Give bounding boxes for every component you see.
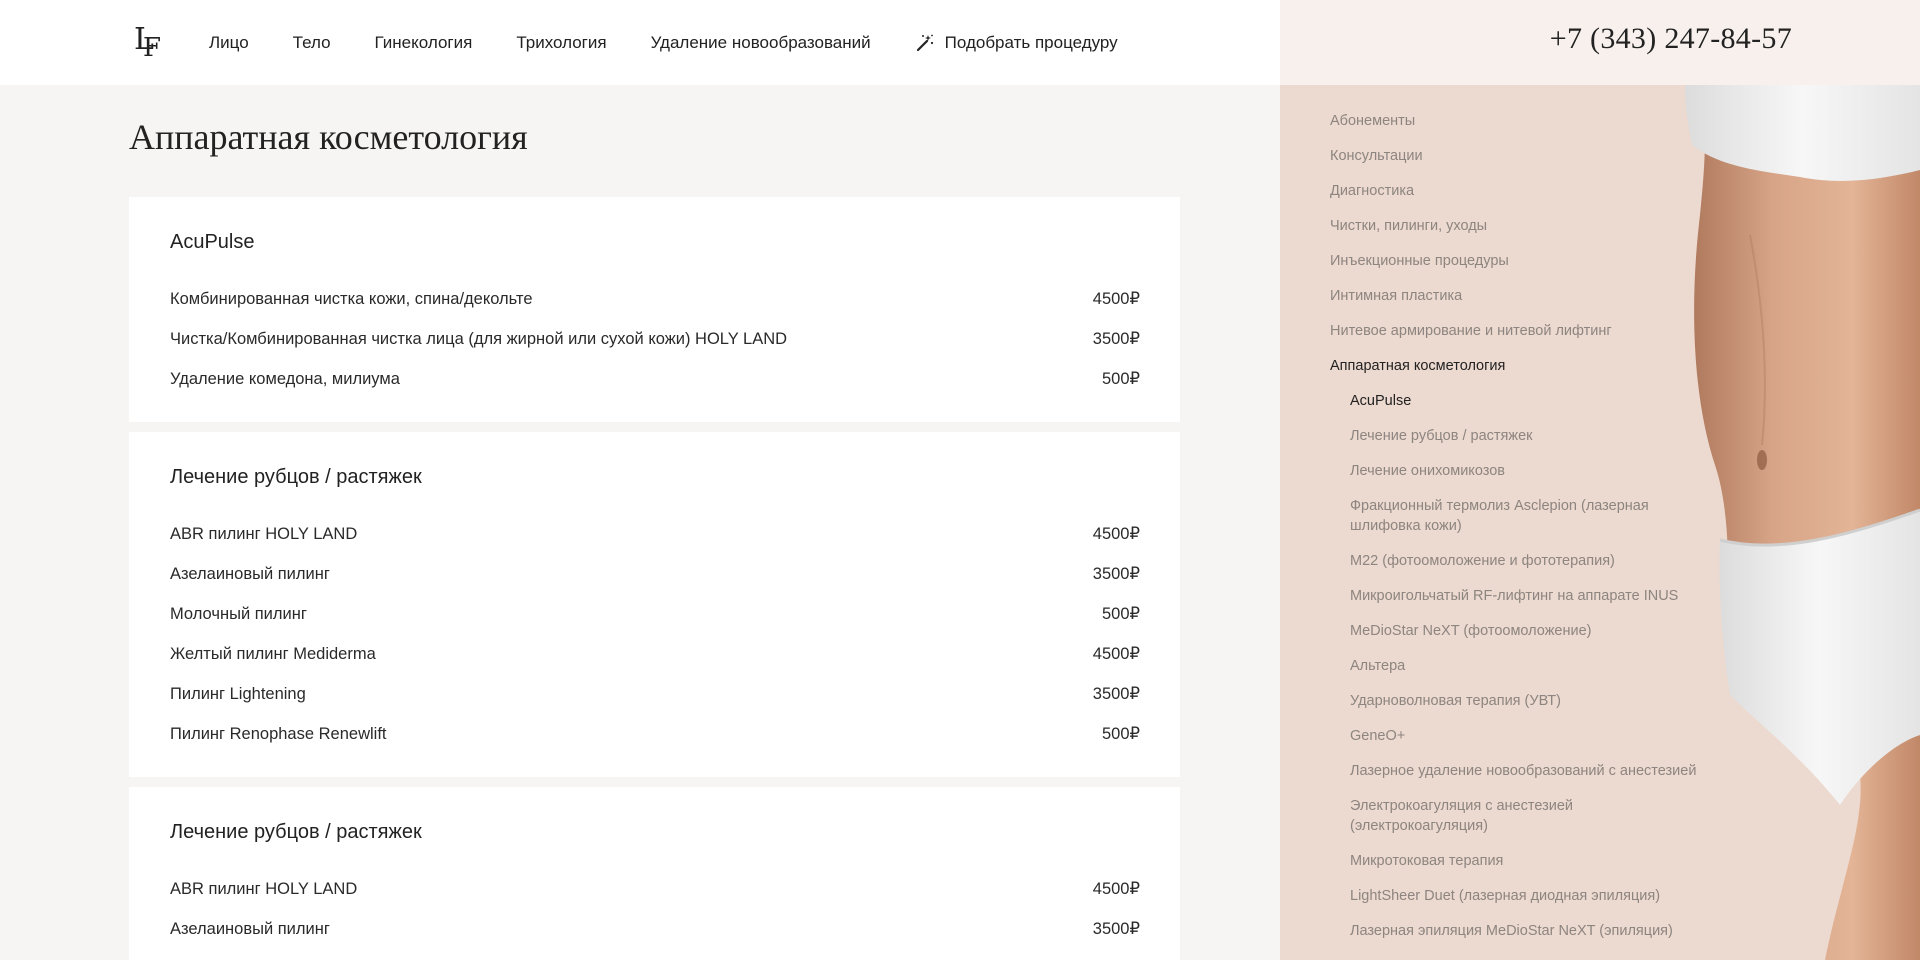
service-price: 3500₽ xyxy=(1092,920,1140,938)
sidebar-subitem-mediostar-epilation[interactable]: Лазерная эпиляция MeDioStar NeXT (эпиляц… xyxy=(1350,921,1673,941)
service-name: Желтый пилинг Mediderma xyxy=(170,644,376,663)
site-header: LF Лицо Тело Гинекология Трихология Удал… xyxy=(0,0,1280,85)
nav-item-body[interactable]: Тело xyxy=(293,33,331,53)
nav-item-neoplasm-removal[interactable]: Удаление новообразований xyxy=(651,33,871,53)
service-price: 4500₽ xyxy=(1092,525,1140,543)
price-row: Азелаиновый пилинг 3500₽ xyxy=(170,562,1140,586)
card-title: AcuPulse xyxy=(170,231,255,253)
sidebar-item-intimate[interactable]: Интимная пластика xyxy=(1330,286,1462,306)
service-price: 4500₽ xyxy=(1092,880,1140,898)
sidebar-subitem-m22[interactable]: M22 (фотоомоложение и фототерапия) xyxy=(1350,551,1615,571)
sidebar-subitem-microcurrent[interactable]: Микротоковая терапия xyxy=(1350,851,1503,871)
price-row: Комбинированная чистка кожи, спина/декол… xyxy=(170,287,1140,311)
sidebar-subitem-inus[interactable]: Микроигольчатый RF-лифтинг на аппарате I… xyxy=(1350,586,1678,606)
sidebar-subitem-scars[interactable]: Лечение рубцов / растяжек xyxy=(1350,426,1533,446)
nav-item-trichology[interactable]: Трихология xyxy=(516,33,606,53)
service-price: 3500₽ xyxy=(1092,565,1140,583)
service-price: 500₽ xyxy=(1101,605,1140,623)
pick-procedure-label: Подобрать процедуру xyxy=(944,32,1118,52)
sidebar-subitem-lightsheer[interactable]: LightSheer Duet (лазерная диодная эпиляц… xyxy=(1350,886,1660,906)
pick-procedure-link[interactable]: Подобрать процедуру xyxy=(915,33,1118,53)
phone-number[interactable]: +7 (343) 247-84-57 xyxy=(1550,22,1792,56)
sidebar-item-diagnostics[interactable]: Диагностика xyxy=(1330,181,1414,201)
magic-wand-icon xyxy=(915,33,935,53)
price-card-acupulse: AcuPulse Комбинированная чистка кожи, сп… xyxy=(129,197,1180,422)
service-name: Азелаиновый пилинг xyxy=(170,564,330,583)
sidebar-subitem-mediostar[interactable]: MeDioStar NeXT (фотоомоложение) xyxy=(1350,621,1591,641)
sidebar-item-threads[interactable]: Нитевое армирование и нитевой лифтинг xyxy=(1330,321,1612,341)
service-name: Молочный пилинг xyxy=(170,604,307,623)
sidebar-subitem-acupulse[interactable]: AcuPulse xyxy=(1350,391,1411,411)
service-name: ABR пилинг HOLY LAND xyxy=(170,524,358,543)
sidebar-subitem-geneo[interactable]: GeneO+ xyxy=(1350,726,1405,746)
service-name: Комбинированная чистка кожи, спина/декол… xyxy=(170,289,533,308)
service-name: ABR пилинг HOLY LAND xyxy=(170,879,358,898)
logo[interactable]: LF xyxy=(134,22,164,63)
service-price: 3500₽ xyxy=(1092,685,1140,703)
price-row: Пилинг Lightening 3500₽ xyxy=(170,682,1140,706)
price-row: Молочный пилинг 500₽ xyxy=(170,602,1140,626)
price-row: ABR пилинг HOLY LAND 4500₽ xyxy=(170,877,1140,901)
price-row: Азелаиновый пилинг 3500₽ xyxy=(170,917,1140,941)
price-card-scars-2: Лечение рубцов / растяжек ABR пилинг HOL… xyxy=(129,787,1180,960)
sidebar-item-cleanings[interactable]: Чистки, пилинги, уходы xyxy=(1330,216,1487,236)
category-sidebar: Абонементы Консультации Диагностика Чист… xyxy=(1280,85,1920,960)
service-price: 500₽ xyxy=(1101,725,1140,743)
price-row: Желтый пилинг Mediderma 4500₽ xyxy=(170,642,1140,666)
phone-bar: +7 (343) 247-84-57 xyxy=(1280,0,1920,85)
card-title: Лечение рубцов / растяжек xyxy=(170,466,422,488)
main-nav: Лицо Тело Гинекология Трихология Удалени… xyxy=(209,0,1118,85)
service-price: 4500₽ xyxy=(1092,645,1140,663)
nav-item-face[interactable]: Лицо xyxy=(209,33,249,53)
service-name: Пилинг Renophase Renewlift xyxy=(170,724,387,743)
sidebar-subitem-altera[interactable]: Альтера xyxy=(1350,656,1405,676)
sidebar-item-hardware-cosmetology[interactable]: Аппаратная косметология xyxy=(1330,356,1505,376)
service-price: 3500₽ xyxy=(1092,330,1140,348)
price-row: ABR пилинг HOLY LAND 4500₽ xyxy=(170,522,1140,546)
sidebar-subitem-asclepion[interactable]: Фракционный термолиз Asclepion (лазерная… xyxy=(1350,496,1690,536)
price-row: Чистка/Комбинированная чистка лица (для … xyxy=(170,327,1140,351)
service-name: Пилинг Lightening xyxy=(170,684,306,703)
price-card-scars: Лечение рубцов / растяжек ABR пилинг HOL… xyxy=(129,432,1180,777)
card-title: Лечение рубцов / растяжек xyxy=(170,821,422,843)
price-row: Пилинг Renophase Renewlift 500₽ xyxy=(170,722,1140,746)
sidebar-item-subscriptions[interactable]: Абонементы xyxy=(1330,111,1415,131)
sidebar-subitem-laser-removal[interactable]: Лазерное удаление новообразований с анес… xyxy=(1350,761,1696,781)
sidebar-subitem-onychomycosis[interactable]: Лечение онихомикозов xyxy=(1350,461,1505,481)
price-row: Удаление комедона, милиума 500₽ xyxy=(170,367,1140,391)
service-name: Чистка/Комбинированная чистка лица (для … xyxy=(170,329,788,348)
sidebar-subitem-electrocoagulation[interactable]: Электрокоагуляция с анестезией (электрок… xyxy=(1350,796,1690,836)
sidebar-subitem-shockwave[interactable]: Ударноволновая терапия (УВТ) xyxy=(1350,691,1561,711)
page-title: Аппаратная косметология xyxy=(129,117,528,157)
service-name: Удаление комедона, милиума xyxy=(170,369,400,388)
nav-item-gynecology[interactable]: Гинекология xyxy=(375,33,473,53)
sidebar-item-injections[interactable]: Инъекционные процедуры xyxy=(1330,251,1509,271)
service-name: Азелаиновый пилинг xyxy=(170,919,330,938)
sidebar-item-consultations[interactable]: Консультации xyxy=(1330,146,1423,166)
service-price: 500₽ xyxy=(1101,370,1140,388)
service-price: 4500₽ xyxy=(1092,290,1140,308)
